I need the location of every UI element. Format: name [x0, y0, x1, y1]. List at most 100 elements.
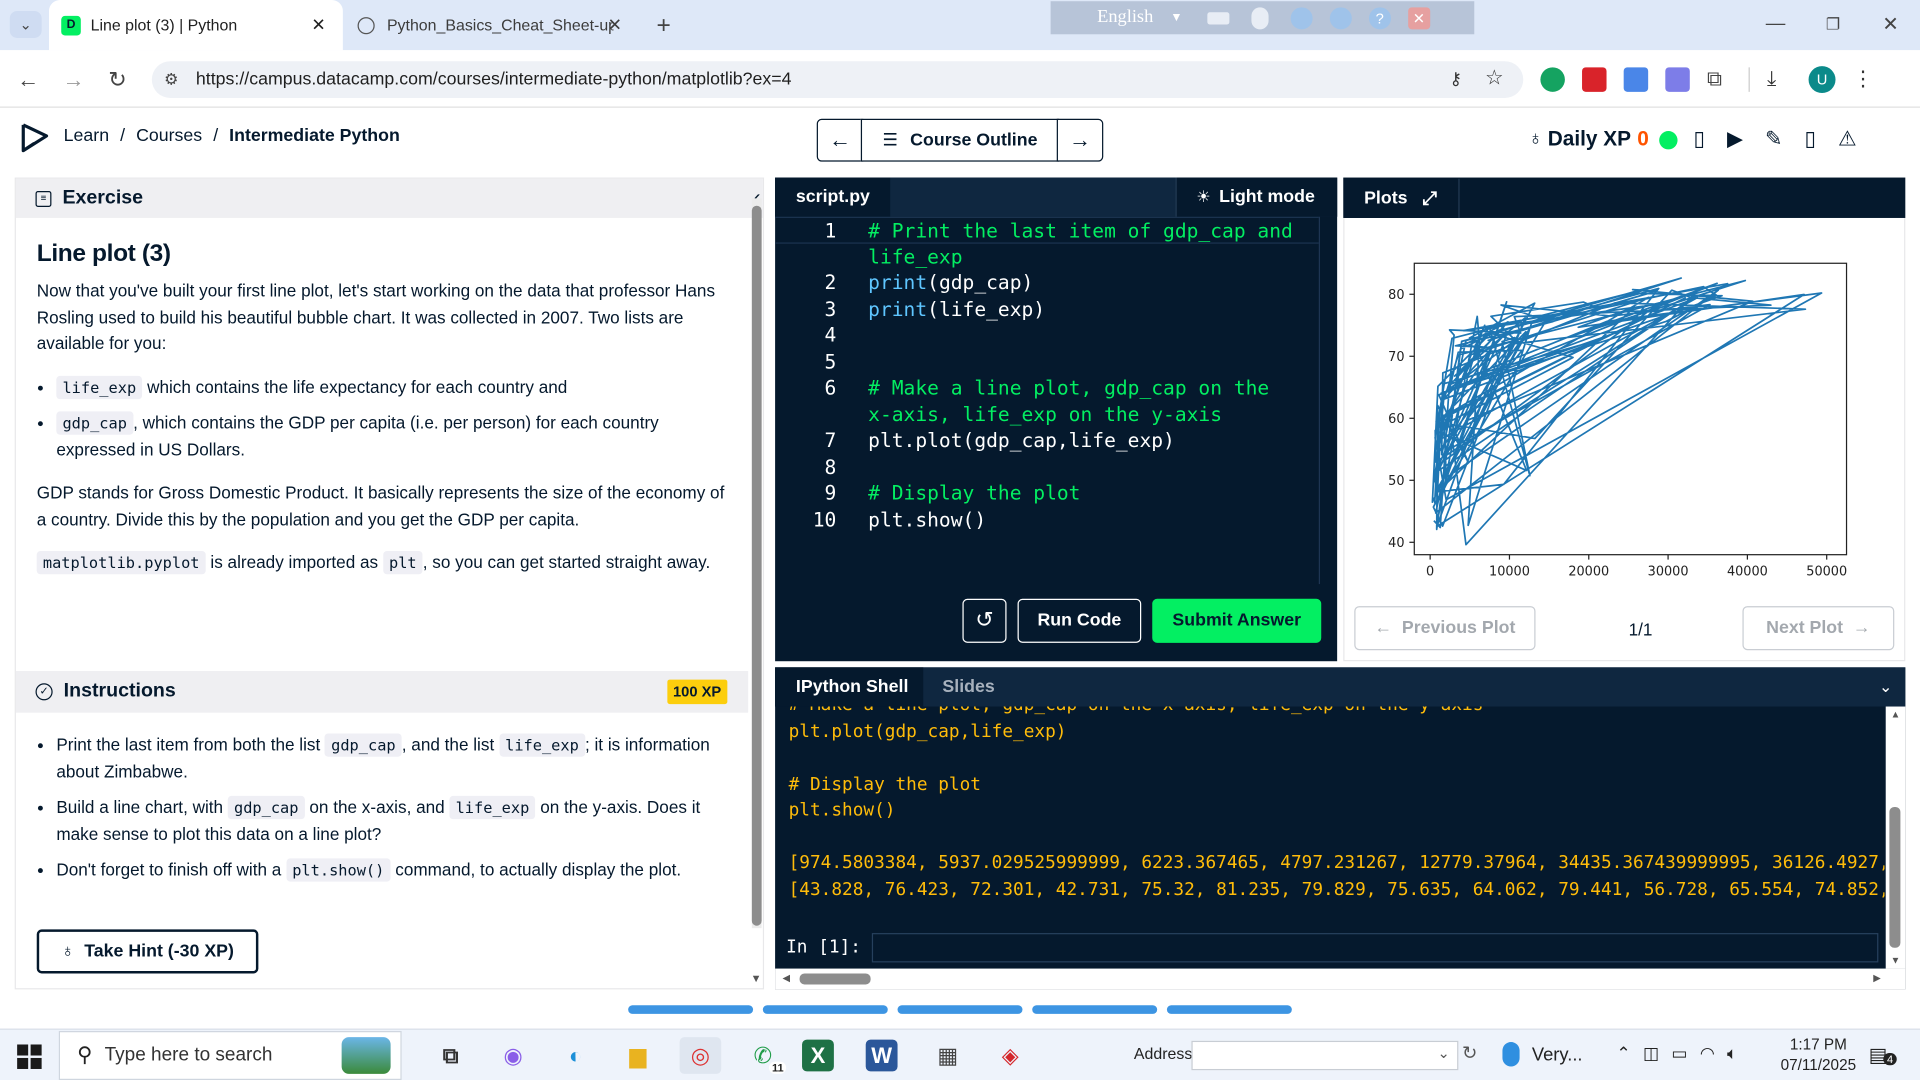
close-tab-icon[interactable]: ✕ [608, 15, 622, 36]
breadcrumb-learn[interactable]: Learn [64, 126, 109, 146]
minimize-icon[interactable]: — [1763, 12, 1787, 36]
tab-script-py[interactable]: script.py [775, 177, 891, 217]
chevron-down-icon[interactable]: ⌄ [1873, 675, 1897, 699]
chevron-down-icon[interactable]: ⌄ [1437, 1044, 1449, 1061]
settings-icon[interactable] [1290, 6, 1313, 29]
notifications-icon[interactable]: ▤ 4 [1869, 1043, 1897, 1067]
scrollbar-thumb[interactable] [799, 973, 871, 985]
chevron-down-icon[interactable]: ▼ [1170, 11, 1182, 24]
taskbar-search[interactable]: ⚲ Type here to search [58, 1031, 402, 1080]
mendeley-icon[interactable] [1582, 67, 1607, 92]
reset-code-icon[interactable]: ↺ [962, 598, 1007, 643]
grammarly-icon[interactable] [1540, 67, 1565, 92]
calculator-icon[interactable]: ▦ [927, 1037, 969, 1074]
report-warning-icon[interactable]: ⚠ [1838, 127, 1857, 151]
progress-segment[interactable] [1166, 1005, 1292, 1014]
windows-start-icon[interactable] [17, 1044, 42, 1069]
address-input[interactable]: ⌄ [1191, 1040, 1459, 1071]
run-code-button[interactable]: Run Code [1017, 598, 1142, 643]
whatsapp-icon[interactable]: ✆ 11 [742, 1037, 787, 1074]
tab-search-icon[interactable]: ⌄ [9, 11, 42, 38]
video-icon[interactable]: ▶ [1727, 127, 1743, 151]
shell-input[interactable] [871, 933, 1879, 963]
line-number: 8 [824, 454, 837, 479]
scrollbar-thumb[interactable] [751, 205, 762, 926]
progress-segment[interactable] [628, 1005, 754, 1014]
progress-segment[interactable] [897, 1005, 1023, 1014]
copilot-icon[interactable]: ◉ [492, 1037, 534, 1074]
new-tab-icon[interactable]: + [649, 11, 678, 40]
mcafee-icon[interactable]: ◈ [989, 1037, 1031, 1074]
submit-answer-button[interactable]: Submit Answer [1152, 598, 1322, 643]
globe-icon[interactable] [1329, 6, 1352, 29]
edge-browser-icon[interactable]: ◐ [555, 1037, 597, 1074]
meet-icon[interactable]: ◫ [1643, 1043, 1659, 1064]
progress-segment[interactable] [762, 1005, 888, 1014]
task-view-icon[interactable]: ⧉ [430, 1037, 472, 1074]
close-window-icon[interactable]: ✕ [1878, 12, 1902, 36]
close-tab-icon[interactable]: ✕ [311, 15, 325, 36]
reload-icon[interactable]: ↻ [104, 66, 131, 93]
excel-icon[interactable]: X [802, 1039, 834, 1072]
expand-icon[interactable]: ⤢ [1422, 188, 1437, 209]
browser-menu-icon[interactable]: ⋮ [1853, 67, 1874, 91]
tab-slides[interactable]: Slides [926, 667, 1012, 706]
chevron-up-icon[interactable]: ⌃ [1616, 1043, 1630, 1064]
mobile-icon[interactable]: ▯ [1805, 127, 1816, 151]
daily-xp[interactable]: ♁ Daily XP 0 [1528, 127, 1677, 151]
shell-line: [43.828, 76.423, 72.301, 42.731, 75.32, … [788, 879, 1885, 900]
scroll-down-icon[interactable]: ▼ [751, 972, 762, 984]
code-token: life_exp [868, 244, 963, 268]
course-outline-button[interactable]: ☰ Course Outline [860, 118, 1060, 162]
progress-segment[interactable] [1032, 1005, 1158, 1014]
volume-icon[interactable]: 🔈︎ [1727, 1043, 1737, 1064]
site-info-icon[interactable]: ⚙ [164, 70, 178, 90]
mouse-icon[interactable] [1251, 6, 1269, 29]
tab-ipython-shell[interactable]: IPython Shell [775, 667, 924, 707]
battery-icon[interactable]: ▭ [1671, 1043, 1687, 1064]
password-key-icon[interactable]: ⚷ [1449, 69, 1462, 90]
edit-pencil-icon[interactable]: ✎ [1765, 127, 1782, 151]
close-icon[interactable]: ✕ [1407, 6, 1430, 29]
extensions-area: ⧉ ⤓ U ⋮ [1540, 65, 1874, 94]
url-bar[interactable]: ⚙ https://campus.datacamp.com/courses/in… [151, 61, 1524, 98]
shell-hscrollbar[interactable]: ◀ ▶ [775, 968, 1906, 990]
clock[interactable]: 1:17 PM 07/11/2025 [1773, 1035, 1864, 1077]
take-hint-button[interactable]: ♁ Take Hint (-30 XP) [36, 929, 259, 974]
translate-icon[interactable] [1623, 67, 1649, 92]
language-label[interactable]: English [1097, 7, 1153, 28]
breadcrumb-course[interactable]: Intermediate Python [229, 126, 400, 146]
next-exercise-button[interactable]: → [1056, 118, 1104, 162]
shell-vscrollbar[interactable]: ▲ ▼ [1885, 706, 1906, 969]
breadcrumb-courses[interactable]: Courses [136, 126, 202, 146]
restore-icon[interactable]: ❐ [1821, 12, 1845, 36]
import-text: , so you can get started straight away. [422, 552, 711, 572]
help-icon[interactable]: ? [1368, 6, 1391, 29]
file-explorer-icon[interactable]: ▆ [617, 1037, 659, 1074]
scrollbar-track[interactable] [751, 198, 762, 929]
tab-line-plot[interactable]: D Line plot (3) | Python ✕ [48, 0, 343, 51]
datacamp-logo-icon[interactable] [20, 121, 52, 158]
chrome-browser-icon[interactable]: ◎ [679, 1037, 722, 1074]
cube-extension-icon[interactable] [1665, 67, 1690, 92]
light-mode-toggle[interactable]: ☀ Light mode [1175, 177, 1338, 217]
forward-arrow-icon[interactable]: → [60, 66, 87, 93]
keyboard-icon[interactable] [1207, 11, 1230, 24]
scrollbar-thumb[interactable] [1889, 806, 1901, 948]
tab-plots[interactable]: Plots ⤢ [1344, 178, 1460, 218]
profile-avatar[interactable]: U [1808, 66, 1836, 94]
wifi-icon[interactable]: ◠ [1700, 1043, 1715, 1064]
prev-exercise-button[interactable]: ← [816, 118, 864, 162]
extensions-puzzle-icon[interactable]: ⧉ [1707, 67, 1731, 91]
previous-plot-button[interactable]: ← Previous Plot [1354, 606, 1536, 651]
download-icon[interactable]: ⤓ [1767, 67, 1791, 91]
tab-cheat-sheet[interactable]: Python_Basics_Cheat_Sheet-up ✕ [345, 0, 639, 50]
slides-document-icon[interactable]: ▯ [1693, 127, 1704, 151]
editor-scrollbar[interactable] [1318, 216, 1337, 585]
refresh-icon[interactable]: ↻ [1462, 1042, 1477, 1064]
weather-widget[interactable]: Very... [1502, 1042, 1583, 1067]
word-icon[interactable]: W [865, 1039, 898, 1072]
next-plot-button[interactable]: Next Plot → [1742, 606, 1895, 651]
back-arrow-icon[interactable]: ← [15, 66, 42, 93]
bookmark-star-icon[interactable]: ☆ [1485, 66, 1504, 90]
